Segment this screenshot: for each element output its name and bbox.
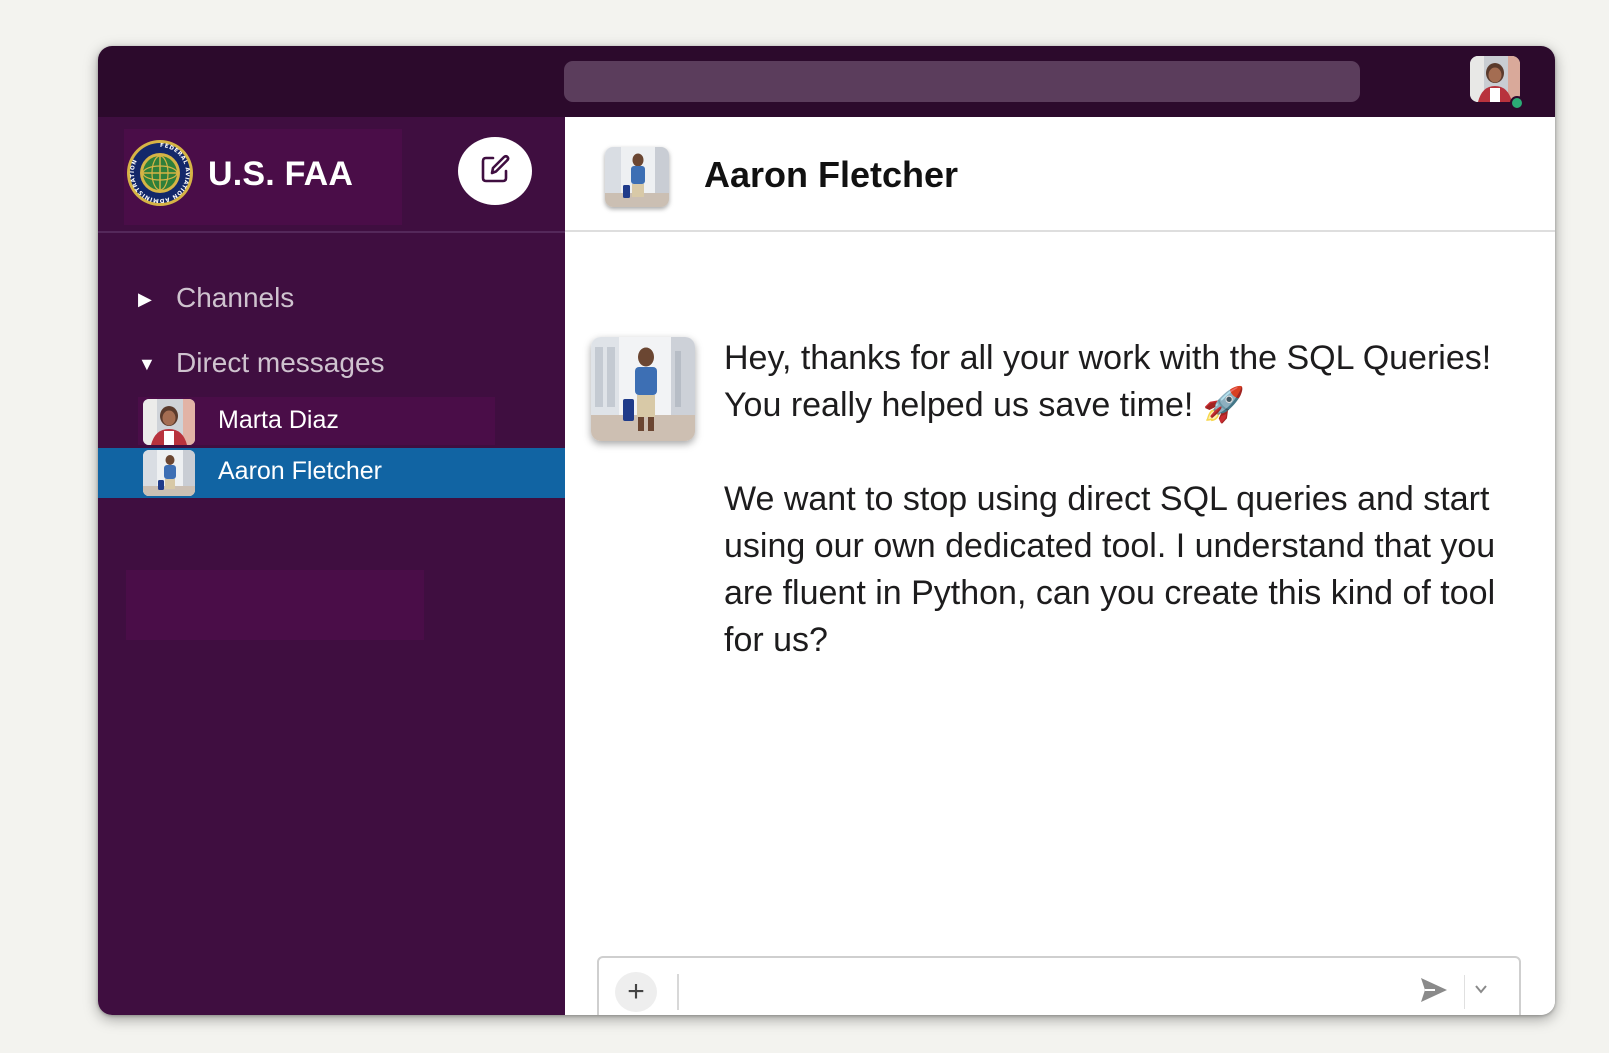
message-paragraph: We want to stop using direct SQL queries… xyxy=(724,480,1496,659)
faa-logo: FEDERAL AVIATION ADMINISTRATION xyxy=(126,139,194,207)
message-body: Hey, thanks for all your work with the S… xyxy=(724,335,1524,711)
plus-icon[interactable]: + xyxy=(615,972,657,1012)
sidebar-item-aaron-fletcher[interactable]: Aaron Fletcher xyxy=(98,448,565,498)
avatar[interactable] xyxy=(591,337,695,441)
direct-messages-section[interactable]: ▼ Direct messages xyxy=(138,347,385,379)
message-paragraph: Hey, thanks for all your work with the S… xyxy=(724,339,1492,424)
compose-icon xyxy=(479,153,511,190)
avatar xyxy=(143,399,195,445)
conversation-title: Aaron Fletcher xyxy=(704,154,959,195)
current-user-avatar[interactable] xyxy=(1470,56,1520,102)
channels-section[interactable]: ▶ Channels xyxy=(138,282,294,314)
text-cursor xyxy=(677,974,679,1010)
caret-right-icon: ▶ xyxy=(138,289,152,310)
conversation-pane: Aaron Fletcher Hey, thanks for all your … xyxy=(565,117,1555,1015)
sidebar-item-label: Aaron Fletcher xyxy=(218,457,382,485)
caret-down-icon: ▼ xyxy=(138,354,156,375)
workspace-header: FEDERAL AVIATION ADMINISTRATION U.S. FAA xyxy=(98,117,565,233)
presence-indicator xyxy=(1510,96,1524,110)
direct-messages-label: Direct messages xyxy=(176,347,385,378)
avatar[interactable] xyxy=(605,147,669,207)
composer-divider xyxy=(1464,975,1465,1009)
app-window: FEDERAL AVIATION ADMINISTRATION U.S. FAA… xyxy=(98,46,1555,1015)
conversation-header: Aaron Fletcher xyxy=(565,117,1555,232)
send-icon[interactable] xyxy=(1419,976,1449,1009)
chevron-down-icon[interactable] xyxy=(1474,982,1488,1001)
workspace-name[interactable]: U.S. FAA xyxy=(208,155,353,194)
avatar xyxy=(143,450,195,496)
message-composer[interactable]: + xyxy=(597,956,1521,1015)
sidebar-item-marta-diaz[interactable]: Marta Diaz xyxy=(98,397,565,447)
sidebar: FEDERAL AVIATION ADMINISTRATION U.S. FAA… xyxy=(98,117,565,1015)
compose-button[interactable] xyxy=(458,137,532,205)
top-bar xyxy=(98,46,1555,117)
sidebar-item-label: Marta Diaz xyxy=(218,406,339,434)
channels-label: Channels xyxy=(176,282,295,313)
sidebar-placeholder xyxy=(126,570,424,640)
search-bar[interactable] xyxy=(564,61,1360,102)
